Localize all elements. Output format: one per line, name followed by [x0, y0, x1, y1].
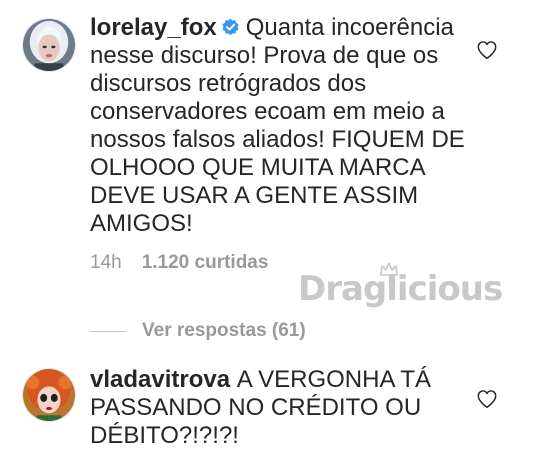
heart-icon[interactable]: [476, 39, 498, 61]
avatar-image: [23, 19, 75, 71]
comment-body: Quanta incoerência nesse discurso! Prova…: [90, 14, 465, 237]
comment-username[interactable]: vladavitrova: [90, 366, 230, 393]
avatar-image: [23, 369, 75, 421]
comment-text-block: vladavitrova A VERGONHA TÁ PASSANDO NO C…: [90, 366, 470, 450]
heart-icon[interactable]: [476, 388, 498, 410]
verified-badge-icon: [222, 18, 239, 36]
comment-meta: 14h 1.120 curtidas: [90, 252, 268, 276]
crown-icon: [380, 262, 398, 276]
comment-timestamp[interactable]: 14h: [90, 252, 122, 273]
watermark-text: Draglicious: [298, 269, 503, 309]
watermark-logo: Draglicious: [298, 258, 518, 320]
replies-divider: [90, 330, 126, 332]
comment-likes[interactable]: 1.120 curtidas: [142, 252, 269, 273]
avatar[interactable]: [22, 368, 76, 422]
view-replies-button[interactable]: Ver respostas (61): [90, 318, 306, 344]
comment-username[interactable]: lorelay_fox: [90, 14, 217, 41]
avatar[interactable]: [22, 18, 76, 72]
comment-item: vladavitrova A VERGONHA TÁ PASSANDO NO C…: [0, 362, 534, 462]
view-replies-label: Ver respostas (61): [142, 320, 306, 341]
comment-item: lorelay_fox Quanta incoerência nesse dis…: [0, 12, 534, 341]
comment-text-block: lorelay_fox Quanta incoerência nesse dis…: [90, 14, 470, 238]
